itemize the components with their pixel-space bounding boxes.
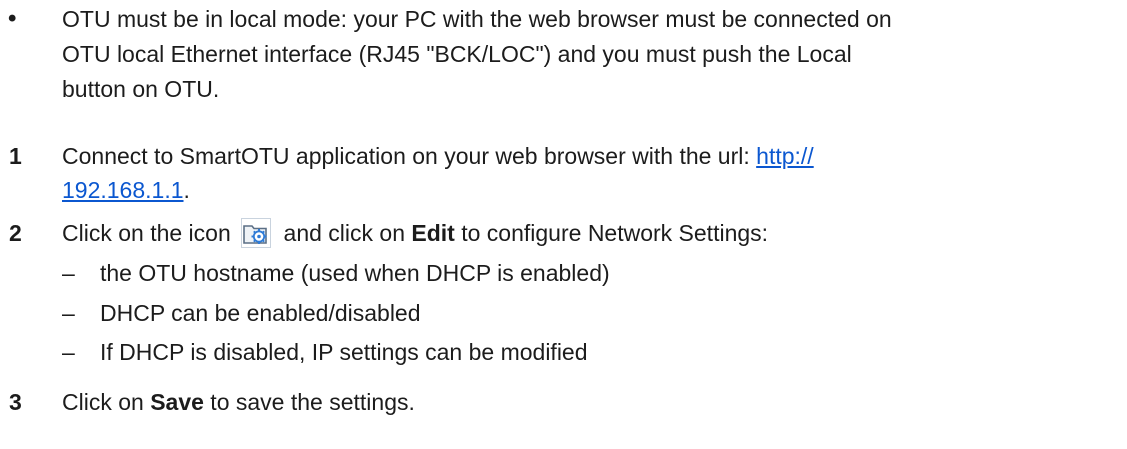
prereq-line-2: OTU local Ethernet interface (RJ45 "BCK/… [62,41,852,67]
step-3-text-end: to save the settings. [203,389,415,415]
step-1-period: . [183,177,190,203]
step-2-text-start: Click on the icon [62,220,238,246]
prereq-line-1: OTU must be in local mode: your PC with … [62,6,892,32]
edit-keyword: Edit [411,220,455,246]
step-3-text-start: Click on [62,389,151,415]
subitem-text: If DHCP is disabled, IP settings can be … [100,339,588,365]
step-3-line: Click on Save to save the settings. [62,386,1107,418]
step-2-line: Click on the icon and click on Edit to c… [62,217,1107,249]
url-link-part-1[interactable]: http:// [756,143,814,169]
step-1-line-1: Connect to SmartOTU application on your … [62,140,1107,172]
dash-marker: – [62,300,75,326]
url-link-part-2[interactable]: 192.168.1.1 [62,177,184,203]
dash-marker: – [62,339,75,365]
prereq-line-3: button on OTU. [62,76,220,102]
step-2-text-end: to configure Network Settings: [454,220,769,246]
subitem-text: DHCP can be enabled/disabled [100,300,421,326]
step-1-text: Connect to SmartOTU application on your … [62,143,757,169]
step-number: 1 [9,143,22,169]
step-number: 2 [9,220,22,246]
step-2-text-mid: and click on [277,220,412,246]
subitem-text: the OTU hostname (used when DHCP is enab… [100,260,610,286]
save-keyword: Save [150,389,204,415]
step-1-line-2: 192.168.1.1. [62,174,1107,206]
step-number: 3 [9,389,22,415]
dash-marker: – [62,260,75,286]
bullet-marker: • [8,5,17,32]
network-settings-folder-gear-icon [241,218,272,248]
